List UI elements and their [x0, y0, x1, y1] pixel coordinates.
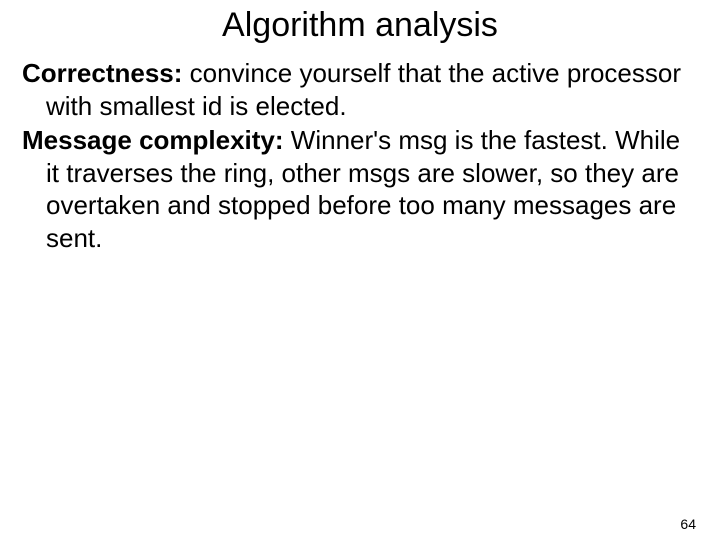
- slide-title: Algorithm analysis: [0, 6, 720, 45]
- message-complexity-paragraph: Message complexity: Winner's msg is the …: [22, 124, 698, 254]
- correctness-label: Correctness:: [22, 58, 190, 88]
- slide-body: Correctness: convince yourself that the …: [0, 57, 720, 254]
- slide: Algorithm analysis Correctness: convince…: [0, 6, 720, 540]
- message-complexity-label: Message complexity:: [22, 125, 284, 155]
- page-number: 64: [680, 516, 696, 532]
- correctness-paragraph: Correctness: convince yourself that the …: [22, 57, 698, 122]
